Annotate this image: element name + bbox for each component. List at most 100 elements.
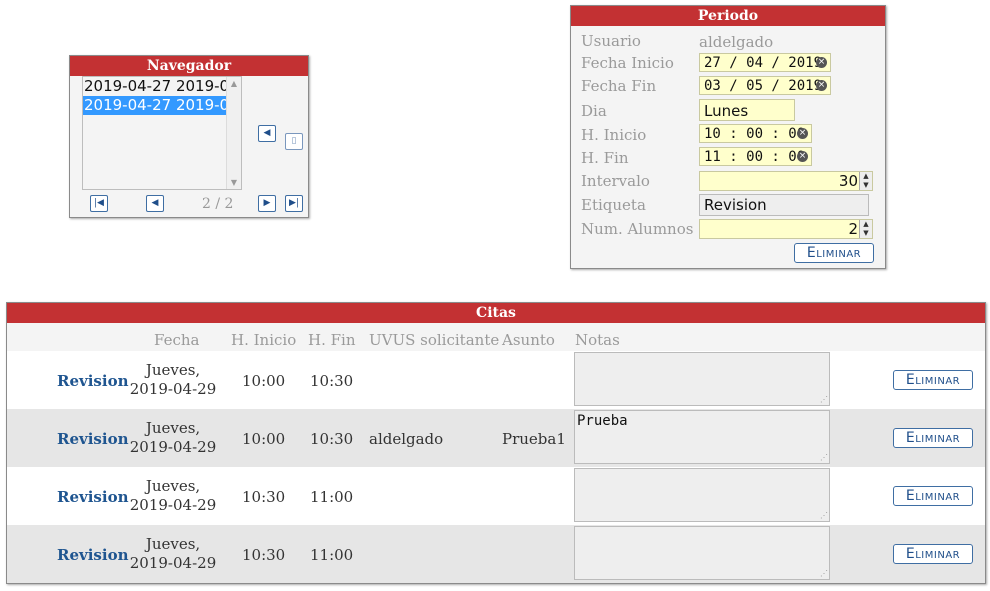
last-page-button[interactable]: ▶|	[285, 195, 303, 212]
resize-grip-icon[interactable]: ⋰	[820, 569, 828, 578]
fecha-fin-value: 03 / 05 / 2019	[704, 78, 823, 94]
periodo-title: Periodo	[571, 6, 885, 26]
navegador-title: Navegador	[70, 56, 308, 76]
periodos-listbox[interactable]: 2019-04-27 2019-05 2019-04-27 2019-05 ▲ …	[82, 76, 242, 190]
back-arrow-button[interactable]: ◀	[258, 125, 276, 142]
listbox-scrollbar[interactable]: ▲ ▼	[226, 77, 241, 189]
notas-textarea[interactable]: ⋰	[574, 352, 830, 406]
document-icon: ▯	[291, 136, 297, 146]
first-page-icon: |◀	[94, 198, 104, 208]
next-page-icon: ▶	[263, 198, 271, 208]
dia-label: Dia	[581, 102, 607, 120]
pager-indicator: 2 / 2	[202, 196, 234, 212]
col-header-fecha: Fecha	[154, 331, 200, 349]
h-inicio-input[interactable]: 10 : 00 : 00 ×	[699, 124, 812, 143]
cita-dia: Jueves,	[145, 419, 201, 437]
cita-fecha: Jueves, 2019-04-29	[127, 361, 219, 399]
cita-etiqueta: Revision	[57, 488, 129, 506]
resize-grip-icon[interactable]: ⋰	[820, 511, 828, 520]
cita-fecha-value: 2019-04-29	[129, 496, 217, 514]
cita-h-inicio: 10:30	[242, 546, 286, 564]
cita-h-fin: 11:00	[310, 488, 354, 506]
etiqueta-input[interactable]: Revision	[699, 194, 869, 216]
eliminar-cita-button[interactable]: Eliminar	[893, 428, 973, 448]
next-page-button[interactable]: ▶	[258, 195, 276, 212]
cita-dia: Jueves,	[145, 477, 201, 495]
prev-page-button[interactable]: ◀	[146, 195, 164, 212]
arrow-left-icon: ◀	[263, 128, 271, 138]
notas-textarea[interactable]: ⋰	[574, 468, 830, 522]
notas-textarea[interactable]: ⋰	[574, 526, 830, 580]
cita-asunto: Prueba1	[502, 430, 566, 448]
intervalo-label: Intervalo	[581, 172, 650, 190]
cita-h-inicio: 10:30	[242, 488, 286, 506]
last-page-icon: ▶|	[289, 198, 299, 208]
h-inicio-value: 10 : 00 : 00	[704, 126, 806, 142]
list-item-selected[interactable]: 2019-04-27 2019-05	[83, 96, 241, 115]
col-header-asunto: Asunto	[502, 331, 555, 349]
first-page-button[interactable]: |◀	[90, 195, 108, 212]
clear-icon[interactable]: ×	[797, 151, 808, 162]
usuario-label: Usuario	[581, 32, 641, 50]
cita-uvus: aldelgado	[369, 430, 444, 448]
notas-text: Prueba	[577, 413, 628, 429]
cita-h-fin: 10:30	[310, 372, 354, 390]
usuario-value: aldelgado	[699, 33, 774, 51]
clear-icon[interactable]: ×	[816, 80, 827, 91]
col-header-h-inicio: H. Inicio	[231, 331, 297, 349]
cita-h-inicio: 10:00	[242, 372, 286, 390]
scroll-up-icon[interactable]: ▲	[227, 79, 241, 88]
cita-h-fin: 11:00	[310, 546, 354, 564]
scroll-down-icon[interactable]: ▼	[227, 178, 241, 187]
num-alumnos-input[interactable]: 2 ▲ ▼	[699, 219, 873, 239]
col-header-uvus: UVUS solicitante	[369, 331, 500, 349]
intervalo-input[interactable]: 30 ▲ ▼	[699, 171, 873, 191]
cita-etiqueta: Revision	[57, 546, 129, 564]
col-header-h-fin: H. Fin	[308, 331, 356, 349]
fecha-inicio-value: 27 / 04 / 2019	[704, 55, 823, 71]
cita-dia: Jueves,	[145, 361, 201, 379]
h-fin-input[interactable]: 11 : 00 : 00 ×	[699, 147, 812, 166]
resize-grip-icon[interactable]: ⋰	[820, 453, 828, 462]
dia-select[interactable]: Lunes	[699, 99, 795, 121]
h-fin-label: H. Fin	[581, 149, 629, 167]
num-alumnos-label: Num. Alumnos	[581, 220, 694, 238]
citas-title: Citas	[7, 303, 985, 323]
resize-grip-icon[interactable]: ⋰	[820, 395, 828, 404]
cita-fecha-value: 2019-04-29	[129, 554, 217, 572]
eliminar-cita-button[interactable]: Eliminar	[893, 486, 973, 506]
col-header-notas: Notas	[575, 331, 620, 349]
citas-panel: Citas Fecha H. Inicio H. Fin UVUS solici…	[6, 302, 986, 584]
fecha-fin-label: Fecha Fin	[581, 77, 657, 95]
list-item[interactable]: 2019-04-27 2019-05	[83, 77, 241, 96]
cita-etiqueta: Revision	[57, 430, 129, 448]
new-document-button[interactable]: ▯	[285, 133, 303, 150]
eliminar-cita-button[interactable]: Eliminar	[893, 544, 973, 564]
table-row: Revision Jueves, 2019-04-29 10:00 10:30 a…	[7, 409, 985, 467]
notas-textarea[interactable]: Prueba ⋰	[574, 410, 830, 464]
spinner-icon[interactable]: ▲ ▼	[859, 220, 872, 238]
cita-h-fin: 10:30	[310, 430, 354, 448]
table-row: Revision Jueves, 2019-04-29 10:30 11:00 ⋰…	[7, 467, 985, 525]
clear-icon[interactable]: ×	[816, 57, 827, 68]
clear-icon[interactable]: ×	[797, 128, 808, 139]
cita-fecha: Jueves, 2019-04-29	[127, 477, 219, 515]
intervalo-value: 30	[838, 172, 858, 190]
prev-page-icon: ◀	[151, 198, 159, 208]
cita-fecha: Jueves, 2019-04-29	[127, 419, 219, 457]
cita-fecha-value: 2019-04-29	[129, 438, 217, 456]
table-row: Revision Jueves, 2019-04-29 10:30 11:00 ⋰…	[7, 525, 985, 583]
fecha-inicio-input[interactable]: 27 / 04 / 2019 ×	[699, 53, 831, 72]
spinner-icon[interactable]: ▲ ▼	[859, 172, 872, 190]
fecha-inicio-label: Fecha Inicio	[581, 54, 674, 72]
fecha-fin-input[interactable]: 03 / 05 / 2019 ×	[699, 76, 831, 95]
eliminar-periodo-button[interactable]: Eliminar	[794, 243, 874, 263]
periodo-panel: Periodo Usuario aldelgado Fecha Inicio 2…	[570, 5, 886, 269]
h-inicio-label: H. Inicio	[581, 126, 647, 144]
h-fin-value: 11 : 00 : 00	[704, 149, 806, 165]
table-row: Revision Jueves, 2019-04-29 10:00 10:30 ⋰…	[7, 351, 985, 409]
cita-fecha: Jueves, 2019-04-29	[127, 535, 219, 573]
cita-fecha-value: 2019-04-29	[129, 380, 217, 398]
navegador-panel: Navegador 2019-04-27 2019-05 2019-04-27 …	[69, 55, 309, 218]
eliminar-cita-button[interactable]: Eliminar	[893, 370, 973, 390]
